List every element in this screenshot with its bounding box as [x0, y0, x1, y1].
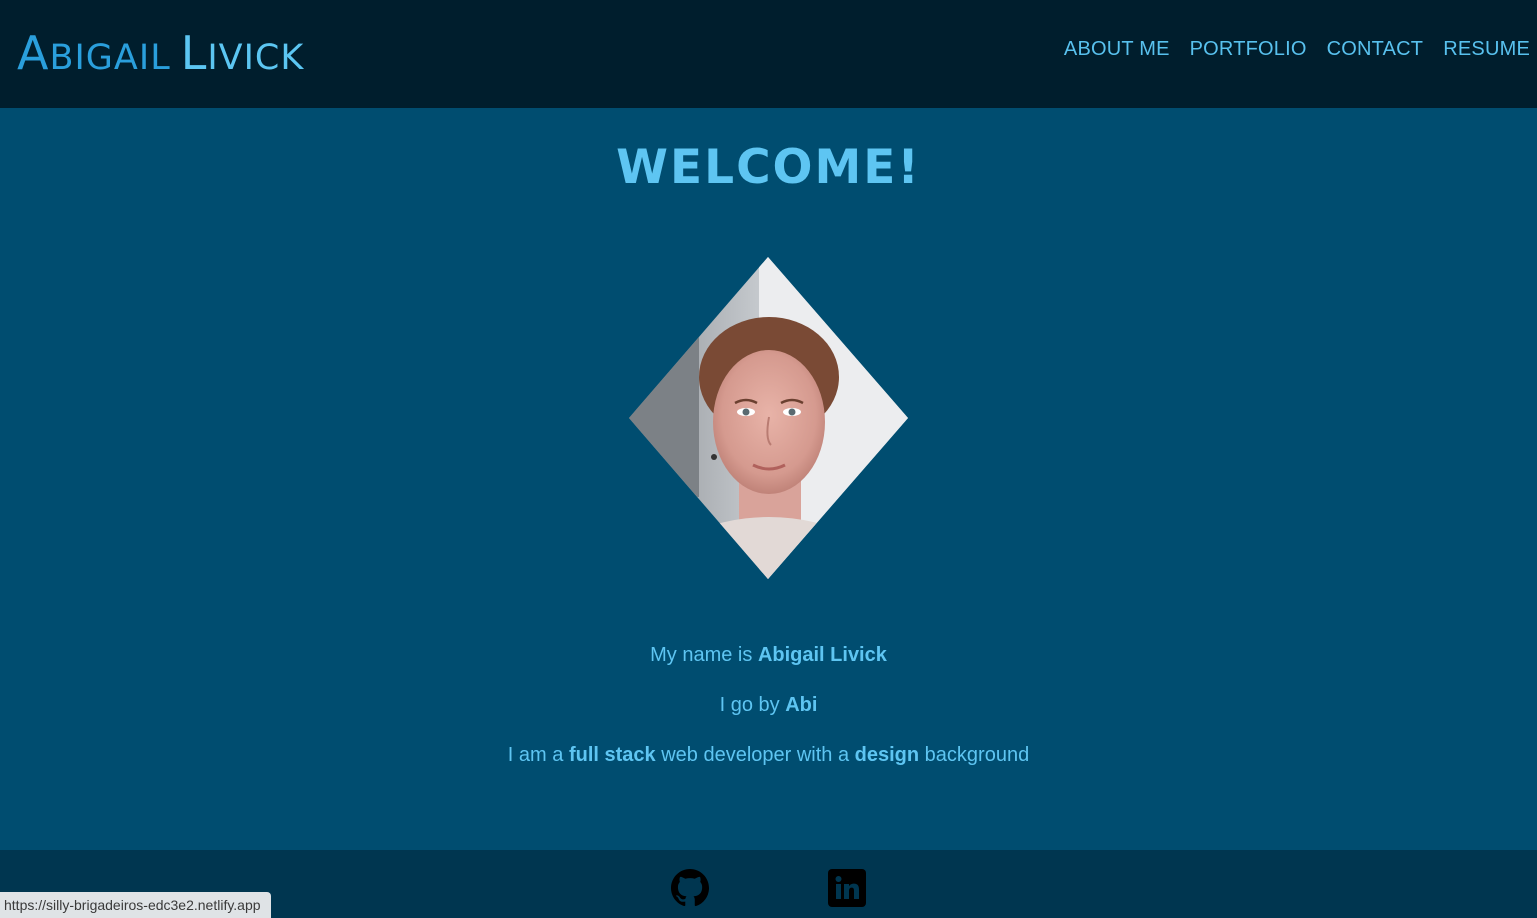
site-logo[interactable]: ABIGAIL LIVICK	[17, 28, 304, 76]
bio-nickname: Abi	[785, 694, 818, 716]
github-icon[interactable]	[671, 869, 709, 907]
nav-resume[interactable]: RESUME	[1443, 38, 1530, 61]
linkedin-icon[interactable]	[828, 869, 866, 907]
bio-role-line: I am a full stack web developer with a d…	[507, 744, 1030, 766]
logo-first-name: ABIGAIL	[17, 26, 171, 80]
profile-photo	[629, 257, 908, 579]
main-nav: ABOUT ME PORTFOLIO CONTACT RESUME	[1064, 38, 1530, 61]
logo-last-name: LIVICK	[180, 26, 305, 80]
nav-contact[interactable]: CONTACT	[1327, 38, 1424, 61]
bio-full-name: Abigail Livick	[757, 644, 887, 666]
browser-status-url: https://silly-brigadeiros-edc3e2.netlify…	[0, 892, 271, 918]
bio-nickname-line: I go by Abi	[719, 694, 818, 716]
nav-about-me[interactable]: ABOUT ME	[1064, 38, 1170, 61]
page-title: WELCOME!	[616, 140, 921, 195]
bio-name-line: My name is Abigail Livick	[650, 644, 887, 666]
site-header: ABIGAIL LIVICK ABOUT ME PORTFOLIO CONTACT…	[0, 0, 1537, 108]
nav-portfolio[interactable]: PORTFOLIO	[1190, 38, 1307, 61]
